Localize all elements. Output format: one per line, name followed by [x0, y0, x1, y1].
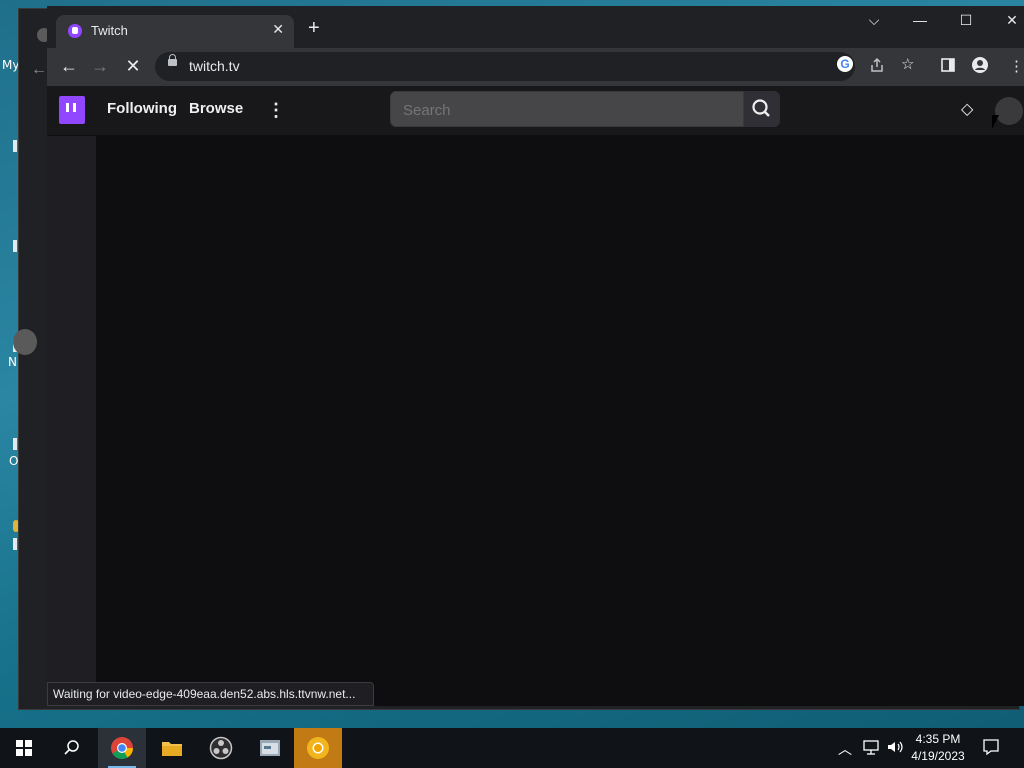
close-window-button[interactable]: ✕ [997, 12, 1024, 29]
clock-time[interactable]: 4:35 PM [910, 732, 966, 746]
tab-search-dropdown-icon[interactable]: ⌵ [859, 12, 889, 29]
twitch-logo-icon[interactable] [59, 96, 85, 124]
browser-toolbar: ← → ✕ twitch.tv G ☆ ⋮ [47, 48, 1024, 86]
minimize-button[interactable]: — [905, 12, 935, 28]
desktop-icon-label: N [8, 355, 17, 369]
desktop-icon[interactable] [13, 240, 17, 252]
windows-taskbar: ︿ 4:35 PM 4/19/2023 [0, 728, 1024, 768]
start-button[interactable] [0, 728, 48, 768]
background-back-icon: ← [31, 61, 47, 78]
new-tab-button[interactable]: + [308, 17, 320, 40]
tab-twitch[interactable]: Twitch ✕ [56, 15, 294, 48]
search-icon [64, 740, 79, 755]
twitch-side-nav [47, 136, 96, 706]
chrome-menu-icon[interactable]: ⋮ [1009, 57, 1024, 75]
loading-status-bar: Waiting for video-edge-409eaa.den52.abs.… [47, 682, 375, 706]
taskbar-chrome-canary[interactable] [294, 728, 342, 768]
desktop-icon[interactable] [13, 140, 17, 152]
lock-icon[interactable] [168, 54, 177, 66]
browse-link[interactable]: Browse [189, 100, 243, 117]
more-options-icon[interactable]: ⋮ [267, 100, 285, 121]
prime-crown-icon[interactable]: ◇ [961, 99, 973, 119]
clock-date[interactable]: 4/19/2023 [908, 749, 968, 763]
obs-icon [209, 736, 233, 760]
twitch-top-nav: Following Browse ⋮ ◇ [47, 86, 1024, 136]
chrome-icon [111, 737, 133, 759]
volume-icon[interactable] [886, 738, 904, 759]
app-window-icon [260, 740, 280, 756]
taskbar-file-explorer[interactable] [148, 728, 196, 768]
desktop-icon[interactable] [13, 438, 17, 450]
taskbar-search-button[interactable] [48, 728, 96, 768]
maximize-button[interactable]: ☐ [951, 12, 981, 29]
chrome-canary-icon [307, 737, 329, 759]
profile-icon[interactable] [972, 57, 988, 77]
back-button[interactable]: ← [57, 56, 81, 77]
desktop-edge: My N O [0, 0, 20, 728]
taskbar-obs[interactable] [197, 728, 245, 768]
desktop-icon-label: My [2, 58, 20, 72]
show-hidden-icons-icon[interactable]: ︿ [838, 739, 852, 759]
background-scroll-button[interactable] [13, 329, 37, 355]
search-icon [752, 99, 770, 117]
taskbar-app[interactable] [246, 728, 294, 768]
search-button[interactable] [744, 91, 780, 127]
url-text[interactable]: twitch.tv [189, 58, 240, 74]
search-input[interactable] [401, 101, 604, 120]
following-link[interactable]: Following [107, 100, 177, 117]
folder-icon [162, 742, 182, 756]
search-box [390, 91, 744, 127]
twitch-main-content [96, 136, 1024, 706]
twitch-favicon-icon [68, 24, 82, 38]
notifications-icon[interactable] [982, 738, 1000, 759]
tab-strip: Twitch ✕ + ⌵ — ☐ ✕ [47, 6, 1024, 48]
desktop-icon[interactable] [13, 538, 17, 550]
forward-button[interactable]: → [88, 56, 112, 77]
taskbar-chrome[interactable] [98, 728, 146, 768]
bookmark-star-icon[interactable]: ☆ [901, 55, 914, 73]
address-bar[interactable]: twitch.tv [155, 52, 855, 81]
windows-logo-icon [16, 740, 32, 756]
tab-title: Twitch [91, 23, 128, 38]
stop-loading-button[interactable]: ✕ [121, 56, 145, 77]
browser-window: Twitch ✕ + ⌵ — ☐ ✕ ← → ✕ twitch.tv G ☆ ⋮… [47, 6, 1024, 706]
side-panel-icon[interactable] [940, 57, 956, 77]
share-icon[interactable] [869, 57, 885, 77]
network-icon[interactable] [862, 738, 880, 759]
mouse-cursor-icon [992, 115, 1006, 129]
google-lens-icon[interactable]: G [837, 56, 853, 72]
tab-close-icon[interactable]: ✕ [272, 21, 284, 38]
